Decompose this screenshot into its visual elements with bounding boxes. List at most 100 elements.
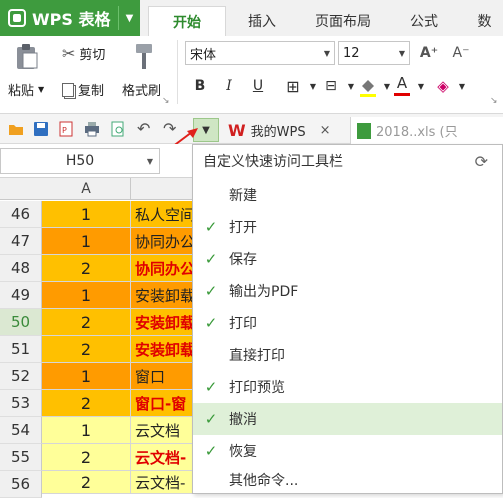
cell-b[interactable]: 云文档-	[131, 471, 201, 494]
border-icon[interactable]: ⊞	[282, 75, 304, 97]
menu-item-direct-print[interactable]: 直接打印	[193, 339, 502, 371]
menu-item-save[interactable]: ✓ 保存	[193, 243, 502, 275]
menu-item-label: 新建	[229, 188, 257, 204]
open-icon[interactable]	[8, 121, 24, 137]
cell-b[interactable]: 云文档	[131, 417, 201, 444]
row-header[interactable]: 47	[0, 228, 42, 255]
cell-a[interactable]: 2	[42, 336, 131, 363]
menu-item-label: 恢复	[229, 444, 257, 460]
tab-data[interactable]: 数	[466, 6, 503, 36]
cell-b[interactable]: 协同办公	[131, 255, 201, 282]
fill-color-icon[interactable]	[358, 76, 378, 98]
scissors-icon: ✂	[62, 44, 76, 63]
increase-font-icon[interactable]: A⁺	[418, 42, 440, 64]
check-icon: ✓	[204, 218, 218, 236]
export-pdf-icon[interactable]: P	[58, 121, 74, 137]
menu-item-label: 打印预览	[229, 380, 285, 396]
cut-button[interactable]: ✂ 剪切	[62, 44, 105, 63]
tab-page-layout[interactable]: 页面布局	[305, 6, 381, 36]
column-header-a[interactable]: A	[42, 178, 131, 200]
chevron-down-icon: ▼	[323, 48, 331, 58]
cell-b[interactable]: 协同办公	[131, 228, 201, 255]
font-size-select[interactable]: 12 ▼	[338, 41, 410, 65]
cell-a[interactable]: 2	[42, 471, 131, 494]
row-header-selected[interactable]: 50	[0, 309, 42, 336]
tab-insert[interactable]: 插入	[242, 6, 282, 36]
print-preview-icon[interactable]	[110, 121, 126, 137]
doc-tab-my-wps[interactable]: W 我的WPS ×	[222, 117, 346, 144]
refresh-icon[interactable]: ⟳	[475, 152, 488, 171]
menu-item-undo[interactable]: ✓ 撤消	[193, 403, 502, 435]
row-header[interactable]: 52	[0, 363, 42, 390]
doc-tab-file-label: 2018..xls (只	[376, 125, 458, 140]
paste-dropdown-icon[interactable]: ▼	[38, 85, 44, 94]
row-header[interactable]: 54	[0, 417, 42, 444]
menu-item-new[interactable]: 新建	[193, 179, 502, 211]
close-icon[interactable]: ×	[320, 123, 331, 138]
menu-item-export-pdf[interactable]: ✓ 输出为PDF	[193, 275, 502, 307]
menu-item-print-preview[interactable]: ✓ 打印预览	[193, 371, 502, 403]
bold-button[interactable]: B	[189, 75, 211, 97]
check-icon: ✓	[204, 378, 218, 396]
tab-home[interactable]: 开始	[148, 6, 226, 36]
print-icon[interactable]	[84, 121, 100, 137]
font-color-swatch	[394, 93, 410, 96]
decrease-font-icon[interactable]: A⁻	[450, 42, 472, 64]
copy-button[interactable]: 复制	[62, 80, 104, 99]
paste-icon[interactable]	[14, 43, 40, 71]
cell-b[interactable]: 窗口	[131, 363, 201, 390]
clipboard-dialog-launcher-icon[interactable]: ↘	[162, 96, 172, 106]
cell-b[interactable]: 云文档-	[131, 444, 201, 471]
menu-item-print[interactable]: ✓ 打印	[193, 307, 502, 339]
format-painter-button[interactable]: 格式刷	[122, 80, 161, 99]
cell-b[interactable]: 安装卸载	[131, 336, 201, 363]
undo-icon[interactable]: ↶	[137, 119, 150, 138]
clear-format-dropdown-icon[interactable]: ▼	[451, 75, 473, 97]
menu-item-redo[interactable]: ✓ 恢复	[193, 435, 502, 467]
menu-item-more-commands[interactable]: 其他命令...	[193, 467, 502, 493]
font-color-dropdown-icon[interactable]: ▼	[410, 75, 432, 97]
cell-a[interactable]: 1	[42, 201, 131, 228]
row-header[interactable]: 55	[0, 444, 42, 471]
cell-a[interactable]: 1	[42, 417, 131, 444]
cell-b[interactable]: 安装卸载	[131, 309, 201, 336]
app-menu-dropdown-icon[interactable]: ▼	[118, 6, 140, 30]
row-header[interactable]: 51	[0, 336, 42, 363]
check-icon: ✓	[204, 442, 218, 460]
menu-item-label: 直接打印	[229, 348, 285, 364]
italic-button[interactable]: I	[218, 75, 240, 97]
font-dialog-launcher-icon[interactable]: ↘	[490, 96, 500, 106]
row-header[interactable]: 49	[0, 282, 42, 309]
menu-title: 自定义快速访问工具栏	[203, 154, 343, 170]
cell-a[interactable]: 1	[42, 282, 131, 309]
doc-tab-file[interactable]: 2018..xls (只	[350, 117, 503, 144]
paste-button[interactable]: 粘贴 ▼	[8, 80, 44, 99]
cell-b[interactable]: 窗口-窗	[131, 390, 201, 417]
chevron-down-icon[interactable]: ▼	[147, 157, 153, 166]
cell-a[interactable]: 2	[42, 390, 131, 417]
check-icon: ✓	[204, 410, 218, 428]
cell-b[interactable]: 私人空间	[131, 201, 201, 228]
menu-item-open[interactable]: ✓ 打开	[193, 211, 502, 243]
cell-a[interactable]: 1	[42, 228, 131, 255]
menu-item-label: 保存	[229, 252, 257, 268]
tab-formulas[interactable]: 公式	[404, 6, 444, 36]
underline-button[interactable]: U	[247, 75, 269, 97]
cell-a[interactable]: 2	[42, 309, 131, 336]
row-header[interactable]: 48	[0, 255, 42, 282]
save-icon[interactable]	[33, 121, 49, 137]
wps-logo-icon	[8, 9, 26, 27]
cell-a[interactable]: 2	[42, 255, 131, 282]
doc-tab-my-wps-label: 我的WPS	[250, 125, 306, 140]
cell-a[interactable]: 2	[42, 444, 131, 471]
font-name-select[interactable]: 宋体 ▼	[185, 41, 335, 65]
name-box[interactable]: H50 ▼	[0, 148, 160, 174]
cell-a[interactable]: 1	[42, 363, 131, 390]
merge-icon[interactable]: ⊟	[320, 75, 342, 97]
row-header[interactable]: 46	[0, 201, 42, 228]
cell-b[interactable]: 安装卸载	[131, 282, 201, 309]
row-header[interactable]: 53	[0, 390, 42, 417]
font-color-button[interactable]: A	[392, 75, 412, 98]
paste-label: 粘贴	[8, 84, 35, 99]
format-painter-icon[interactable]	[132, 42, 156, 72]
